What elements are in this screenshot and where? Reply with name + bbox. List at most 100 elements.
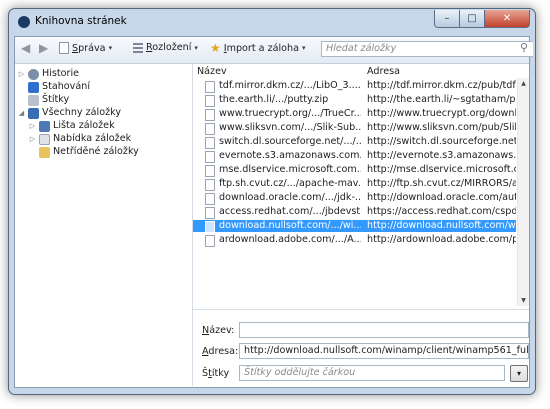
item-name: ftp.sh.cvut.cz/.../apache-mav... [219,178,361,189]
list-item[interactable]: switch.dl.sourceforge.net/.../... http://… [193,136,516,149]
library-content: ◀ ▶ Správa ▾ Rozložení ▾ ★ Import a zálo… [14,36,533,388]
twisty-icon[interactable]: ▷ [29,120,36,132]
import-label: mport a záloha [226,42,300,54]
tree-item-downloads[interactable]: Stahování [18,81,90,93]
minimize-button[interactable]: – [434,10,460,28]
item-address: http://www.truecrypt.org/downlo... [367,108,516,119]
page-icon [205,235,215,247]
views-menu-button[interactable]: Správa ▾ [59,42,112,54]
address-field[interactable]: http://download.nullsoft.com/winamp/clie… [239,343,529,359]
page-icon [205,123,215,135]
import-backup-menu-button[interactable]: ★ Import a záloha ▾ [210,42,306,54]
chevron-down-icon: ▾ [108,44,113,52]
toolbar: ◀ ▶ Správa ▾ Rozložení ▾ ★ Import a zálo… [15,37,533,64]
tree-item-label: Všechny záložky [42,107,122,118]
item-address: http://tdf.mirror.dkm.cz/pub/tdf/... [367,80,516,91]
page-icon [205,81,215,93]
address-label: Adresa: [202,346,238,357]
all-bookmarks-icon [28,107,39,119]
views-label: práva [78,42,106,54]
organize-menu-button[interactable]: Rozložení ▾ [133,42,198,53]
search-icon[interactable]: ⚲ [520,41,528,54]
item-name: mse.dlservice.microsoft.com... [219,164,361,175]
vertical-scrollbar[interactable]: ▲ ▼ [517,78,529,306]
scroll-up-icon[interactable]: ▲ [518,80,529,87]
list-item-selected[interactable]: download.nullsoft.com/.../wi... http://do… [193,220,516,233]
list-item[interactable]: mse.dlservice.microsoft.com... http://mse… [193,164,516,177]
library-window: Knihovna stránek – □ ✕ ◀ ▶ Správa ▾ Rozl… [8,8,536,395]
item-name: download.oracle.com/.../jdk-... [219,192,361,203]
page-icon [205,151,215,163]
page-icon [59,42,69,54]
twisty-icon[interactable]: ▷ [29,133,36,145]
twisty-icon[interactable]: ▷ [18,68,25,80]
details-pane: Název: Adresa: http://download.nullsoft.… [193,309,529,388]
tree-item-label: Stahování [42,81,90,92]
list-item[interactable]: www.truecrypt.org/.../TrueCr... http://ww… [193,108,516,121]
column-header-name[interactable]: Název [197,66,227,77]
page-icon [205,207,215,219]
item-name: www.truecrypt.org/.../TrueCr... [219,108,361,119]
maximize-button[interactable]: □ [459,10,485,28]
tree-item-label: Historie [42,68,80,79]
column-header-address[interactable]: Adresa [367,66,400,77]
scroll-down-icon[interactable]: ▼ [518,297,529,304]
tree-item-label: Nabídka záložek [53,133,132,144]
back-arrow-icon[interactable]: ◀ [21,41,30,55]
list-item[interactable]: ardownload.adobe.com/.../A... http://ardo… [193,234,516,247]
page-icon [205,109,215,121]
search-input[interactable]: Hledat záložky [321,41,533,57]
tree-item-all-bookmarks[interactable]: ◢ Všechny záložky [18,107,121,119]
tree-item-unsorted-bookmarks[interactable]: Netříděné záložky [29,146,139,158]
name-label-text: ázev: [209,325,235,336]
item-address: http://switch.dl.sourceforge.net/p... [367,136,516,147]
tree-item-history[interactable]: ▷ Historie [18,68,79,80]
list-item[interactable]: tdf.mirror.dkm.cz/.../LibO_3.... http://t… [193,80,516,93]
bookmark-list: Název Adresa tdf.mirror.dkm.cz/.../LibO_… [193,64,529,308]
history-icon [28,68,39,80]
list-item[interactable]: evernote.s3.amazonaws.com... http://evern… [193,150,516,163]
list-item[interactable]: ftp.sh.cvut.cz/.../apache-mav... http://f… [193,178,516,191]
name-field[interactable] [239,322,529,338]
downloads-icon [28,81,39,93]
title-bar[interactable]: Knihovna stránek – □ ✕ [9,9,535,35]
item-address: https://access.redhat.com/cspdo... [367,206,516,217]
page-icon [205,221,215,233]
chevron-down-icon: ▾ [302,44,306,52]
tree-item-bookmarks-toolbar[interactable]: ▷ Lišta záložek [29,120,115,132]
list-item[interactable]: the.earth.li/.../putty.zip http://the.ear… [193,94,516,107]
item-name: switch.dl.sourceforge.net/.../... [219,136,361,147]
tree-item-tags[interactable]: Štítky [18,94,69,106]
chevron-down-icon[interactable]: ▾ [510,365,528,382]
item-name: evernote.s3.amazonaws.com... [219,150,361,161]
tree-item-label: Lišta záložek [53,120,115,131]
tags-label: Štítky [202,368,229,379]
tags-label-text: ítky [211,368,230,379]
item-name: tdf.mirror.dkm.cz/.../LibO_3.... [219,80,361,91]
folder-tree: ▷ Historie Stahování Štítky ◢ Všechny zá… [15,64,193,386]
page-icon [205,179,215,191]
tree-item-bookmarks-menu[interactable]: ▷ Nabídka záložek [29,133,131,145]
tags-field[interactable]: Štítky oddělujte čárkou [239,365,505,381]
item-name: ardownload.adobe.com/.../A... [219,234,361,245]
bookmarks-toolbar-icon [39,120,50,132]
bookmarks-menu-icon [39,133,50,145]
item-address: http://www.sliksvn.com/pub/Slik... [367,122,516,133]
list-item[interactable]: access.redhat.com/.../jbdevst... https://… [193,206,516,219]
item-name: the.earth.li/.../putty.zip [219,94,329,105]
page-icon [205,137,215,149]
page-icon [205,193,215,205]
item-address: http://the.earth.li/~sgtatham/put... [367,94,516,105]
page-icon [205,95,215,107]
item-address: http://mse.dlservice.microsoft.co... [367,164,516,175]
item-address: http://download.oracle.com/auth... [367,192,516,203]
forward-arrow-icon[interactable]: ▶ [39,41,48,55]
unsorted-bookmarks-icon [39,146,50,158]
list-item[interactable]: download.oracle.com/.../jdk-... http://do… [193,192,516,205]
close-button[interactable]: ✕ [484,10,530,28]
twisty-icon[interactable]: ◢ [18,107,25,119]
tags-icon [28,94,39,106]
chevron-down-icon: ▾ [194,43,198,52]
list-item[interactable]: www.sliksvn.com/.../Slik-Sub... http://ww… [193,122,516,135]
list-icon [133,42,143,53]
